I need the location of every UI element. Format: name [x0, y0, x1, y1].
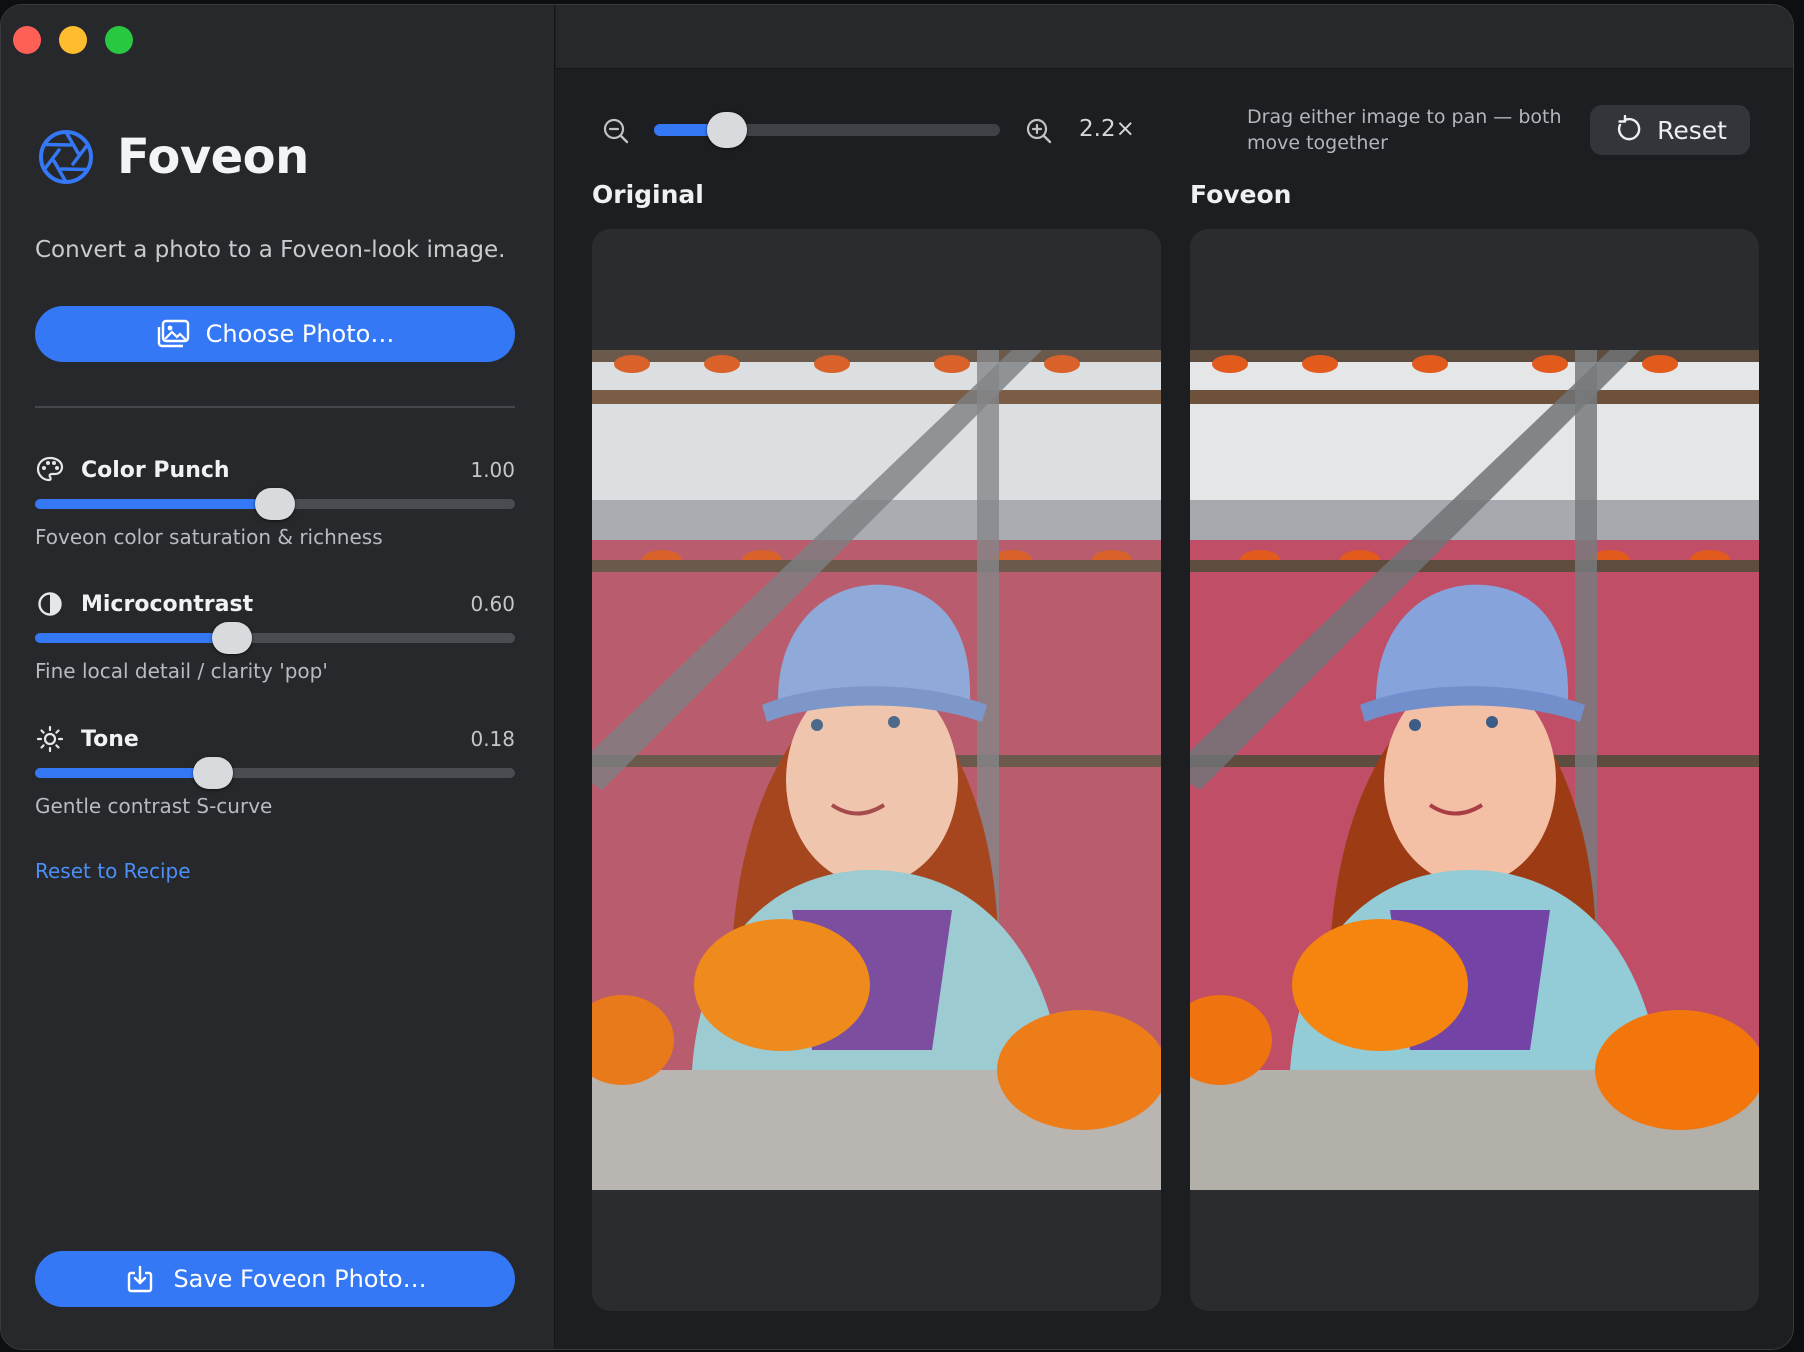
save-export-icon	[123, 1264, 157, 1294]
zoom-out-icon[interactable]	[601, 116, 631, 146]
minimize-window-button[interactable]	[59, 26, 87, 54]
zoom-in-icon[interactable]	[1024, 116, 1054, 146]
brand: Foveon	[37, 127, 309, 187]
slider-knob[interactable]	[192, 757, 233, 789]
slider-fill	[35, 768, 213, 778]
save-foveon-photo-button[interactable]: Save Foveon Photo…	[35, 1251, 515, 1307]
tone-label: Tone	[81, 726, 139, 752]
reset-to-recipe-link[interactable]: Reset to Recipe	[35, 859, 191, 883]
microcontrast-slider[interactable]	[35, 622, 515, 654]
half-circle-icon	[35, 589, 65, 619]
original-pane-title: Original	[592, 180, 704, 209]
tone-slider[interactable]	[35, 757, 515, 789]
reset-view-label: Reset	[1657, 115, 1727, 145]
color-punch-description: Foveon color saturation & richness	[35, 525, 383, 549]
sidebar: Foveon Convert a photo to a Foveon-look …	[1, 5, 555, 1349]
foveon-image-pane[interactable]	[1190, 229, 1759, 1311]
save-foveon-photo-label: Save Foveon Photo…	[173, 1265, 427, 1293]
pan-hint: Drag either image to pan — both move tog…	[1247, 106, 1562, 154]
tone-description: Gentle contrast S-curve	[35, 794, 273, 818]
color-punch-value: 1.00	[470, 458, 515, 482]
slider-knob[interactable]	[255, 488, 295, 520]
original-photo[interactable]	[592, 350, 1161, 1190]
foveon-photo[interactable]	[1190, 350, 1759, 1190]
foveon-pane-title: Foveon	[1190, 180, 1292, 209]
slider-knob[interactable]	[211, 622, 252, 654]
reset-view-button[interactable]: Reset	[1590, 105, 1750, 155]
zoom-level-label: 2.2×	[1079, 116, 1135, 142]
original-image-pane[interactable]	[592, 229, 1161, 1311]
choose-photo-button[interactable]: Choose Photo…	[35, 306, 515, 362]
microcontrast-description: Fine local detail / clarity 'pop'	[35, 659, 328, 683]
app-name: Foveon	[117, 129, 309, 185]
tone-value: 0.18	[470, 727, 515, 751]
tone-control: Tone 0.18 Gentle contrast S-curve	[35, 724, 515, 818]
zoom-slider[interactable]	[654, 112, 1000, 148]
aperture-icon	[39, 130, 93, 184]
choose-photo-label: Choose Photo…	[205, 320, 395, 348]
rotate-left-icon	[1618, 115, 1641, 141]
title-bar	[556, 5, 1793, 69]
microcontrast-value: 0.60	[470, 592, 515, 616]
divider	[35, 406, 515, 408]
microcontrast-label: Microcontrast	[81, 591, 254, 617]
color-punch-control: Color Punch 1.00 Foveon color saturation…	[35, 455, 515, 549]
zoom-slider-knob[interactable]	[706, 112, 747, 148]
color-punch-label: Color Punch	[81, 457, 230, 483]
photo-stack-icon	[156, 319, 190, 349]
color-punch-slider[interactable]	[35, 488, 515, 520]
slider-fill	[35, 633, 232, 643]
palette-icon	[35, 455, 65, 485]
tagline: Convert a photo to a Foveon-look image.	[35, 237, 506, 263]
zoom-window-button[interactable]	[105, 26, 133, 54]
slider-fill	[35, 499, 275, 509]
sun-icon	[35, 724, 65, 754]
close-window-button[interactable]	[13, 26, 41, 54]
microcontrast-control: Microcontrast 0.60 Fine local detail / c…	[35, 589, 515, 683]
